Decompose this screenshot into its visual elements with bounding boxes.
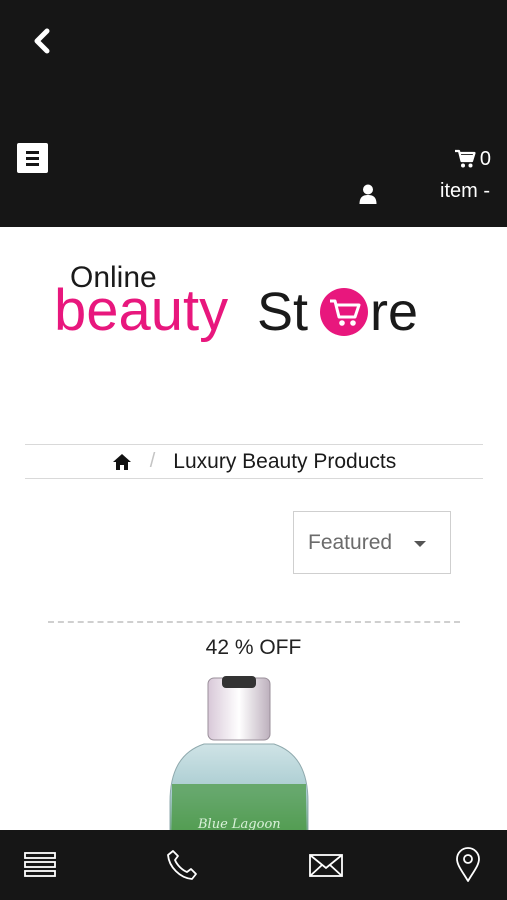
product-image[interactable]: Blue Lagoon xyxy=(160,672,320,833)
bottom-menu-button[interactable] xyxy=(22,847,58,883)
menu-bar-line xyxy=(26,157,39,160)
discount-badge: 42 % OFF xyxy=(205,636,302,659)
call-button[interactable] xyxy=(164,847,200,883)
caret-down-icon xyxy=(414,541,426,547)
sort-selected-value: Featured xyxy=(308,530,393,554)
breadcrumb-current: Luxury Beauty Products xyxy=(173,449,397,473)
cart-button[interactable]: 0 xyxy=(454,146,491,172)
account-button[interactable] xyxy=(357,183,379,205)
breadcrumb: / Luxury Beauty Products xyxy=(25,444,483,479)
shopping-cart-icon xyxy=(454,149,476,168)
bottom-nav-bar xyxy=(0,830,507,900)
logo-text-re: re xyxy=(370,282,418,342)
email-button[interactable] xyxy=(308,847,344,883)
menu-bar-line xyxy=(26,163,39,166)
cart-count: 0 xyxy=(479,147,491,170)
phone-icon xyxy=(167,850,197,880)
location-button[interactable] xyxy=(450,847,486,883)
home-icon[interactable] xyxy=(112,452,132,472)
product-divider xyxy=(48,621,460,623)
sort-dropdown[interactable]: Featured xyxy=(293,511,451,574)
logo-text-beauty: beauty xyxy=(54,278,228,343)
hamburger-menu-button[interactable] xyxy=(17,143,48,173)
user-icon xyxy=(359,184,377,204)
shampoo-bottle-image: Blue Lagoon xyxy=(169,676,309,833)
breadcrumb-separator: / xyxy=(149,450,156,472)
online-beauty-store-logo: Online beauty St re xyxy=(54,261,418,343)
menu-bar-line xyxy=(26,151,39,154)
menu-icon xyxy=(24,852,56,877)
cart-o-logo-icon xyxy=(320,288,368,336)
cart-item-summary[interactable]: item - xyxy=(440,180,490,203)
mail-icon xyxy=(309,854,343,877)
top-app-bar: 0 item - xyxy=(0,0,507,227)
back-button[interactable] xyxy=(24,22,64,62)
logo-text-st: St xyxy=(257,282,308,342)
store-logo[interactable]: Online beauty St re xyxy=(52,252,442,358)
location-pin-icon xyxy=(456,847,480,882)
chevron-left-icon xyxy=(34,28,50,54)
